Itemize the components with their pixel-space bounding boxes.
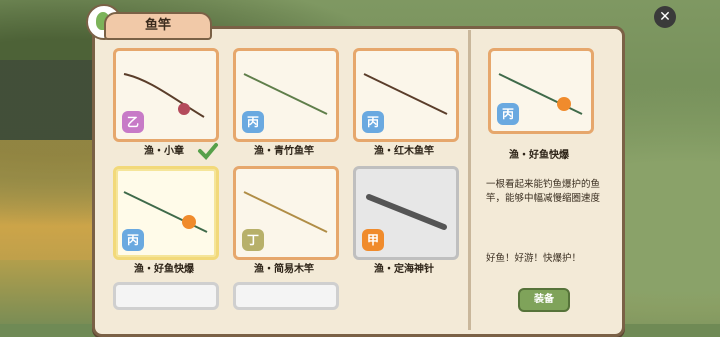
rod-name-6: 渔・定海神针 xyxy=(374,264,434,275)
rod-card-placeholder[interactable] xyxy=(113,282,219,310)
tier-badge: 丙 xyxy=(362,111,384,133)
panel-title: 鱼竿 xyxy=(104,12,212,40)
tier-badge: 甲 xyxy=(362,229,384,251)
rod-icon xyxy=(363,73,448,115)
panel-divider xyxy=(468,30,471,330)
rod-name-5: 渔・简易木竿 xyxy=(254,264,314,275)
rod-card-5[interactable]: 丁 xyxy=(233,166,339,260)
selected-rod-name: 渔・好鱼快爆 xyxy=(509,150,569,161)
close-icon[interactable]: ✕ xyxy=(654,6,676,28)
rod-card-placeholder[interactable] xyxy=(233,282,339,310)
rod-name-4: 渔・好鱼快爆 xyxy=(134,264,194,275)
equip-button[interactable]: 装备 xyxy=(518,288,570,312)
tier-badge: 丙 xyxy=(122,229,144,251)
tier-badge: 丙 xyxy=(242,111,264,133)
rod-name-2: 渔・青竹鱼竿 xyxy=(254,146,314,157)
selected-rod-preview: 丙 xyxy=(488,48,594,134)
tier-badge: 丙 xyxy=(497,103,519,125)
selected-rod-slogan: 好鱼！好游！快爆护！ xyxy=(486,253,582,264)
rod-card-2[interactable]: 丙 xyxy=(233,48,339,142)
tier-badge: 丁 xyxy=(242,229,264,251)
equipped-check-icon xyxy=(198,143,218,160)
rod-name-3: 渔・红木鱼竿 xyxy=(374,146,434,157)
rod-card-6[interactable]: 甲 xyxy=(353,166,459,260)
rod-card-3[interactable]: 丙 xyxy=(353,48,459,142)
rod-card-4[interactable]: 丙 xyxy=(113,166,219,260)
selected-rod-description: 一根看起来能钓鱼爆护的鱼竿，能够中幅减慢缩圈速度 xyxy=(486,179,601,204)
rod-icon xyxy=(123,73,205,118)
rod-card-1[interactable]: 乙 xyxy=(113,48,219,142)
tier-badge: 乙 xyxy=(122,111,144,133)
rod-icon xyxy=(243,73,328,115)
rod-icon xyxy=(123,191,208,233)
rod-icon xyxy=(243,191,328,233)
rod-icon xyxy=(366,194,447,230)
